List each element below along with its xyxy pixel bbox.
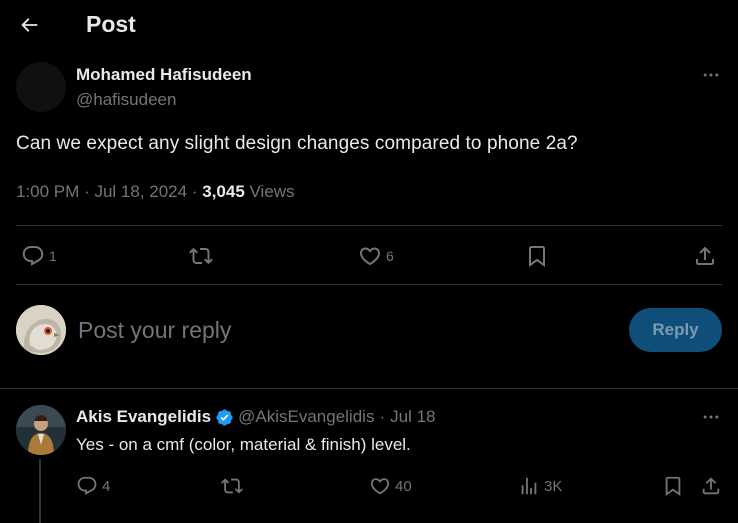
divider xyxy=(0,388,738,389)
author-handle[interactable]: @hafisudeen xyxy=(76,90,176,110)
repost-button[interactable] xyxy=(189,244,213,268)
more-horizontal-icon xyxy=(703,415,719,419)
reply-reply-button[interactable]: 4 xyxy=(76,475,110,497)
reply-icon xyxy=(77,476,97,495)
post-time[interactable]: 1:00 PM xyxy=(16,182,79,201)
reply-button[interactable]: 1 xyxy=(21,244,57,268)
bookmark-icon xyxy=(529,246,545,267)
divider xyxy=(16,284,722,285)
heart-icon xyxy=(359,247,381,266)
reply-author-handle[interactable]: @AkisEvangelidis xyxy=(238,407,374,427)
share-button[interactable] xyxy=(693,244,717,268)
analytics-icon xyxy=(521,477,537,495)
reply-reply-count: 4 xyxy=(102,477,111,495)
reply-action-bar: 4 40 3K xyxy=(76,475,726,499)
meta-separator: · xyxy=(191,182,198,201)
reply-submit-button[interactable]: Reply xyxy=(629,308,722,352)
reply-separator: · xyxy=(379,407,386,426)
reply-views-button[interactable]: 3K xyxy=(518,475,562,497)
reply-like-button[interactable]: 40 xyxy=(369,475,412,497)
reply-input[interactable]: Post your reply xyxy=(78,314,598,346)
bird-avatar-icon xyxy=(16,305,66,355)
reply-header: Akis Evangelidis @AkisEvangelidis · Jul … xyxy=(76,407,436,427)
thread-line xyxy=(39,459,41,523)
share-icon xyxy=(696,246,714,265)
person-avatar-icon xyxy=(16,405,66,455)
like-button[interactable]: 6 xyxy=(358,244,394,268)
reply-repost-button[interactable] xyxy=(221,475,243,497)
reply-like-count: 40 xyxy=(395,477,412,495)
views-count: 3,045 xyxy=(202,182,245,201)
divider xyxy=(16,225,722,226)
reply-share-button[interactable] xyxy=(700,475,722,497)
verified-badge-icon[interactable] xyxy=(215,408,234,427)
author-name[interactable]: Mohamed Hafisudeen xyxy=(76,65,252,85)
repost-icon xyxy=(221,478,243,494)
like-count: 6 xyxy=(386,248,394,264)
post-action-bar: 1 6 xyxy=(16,240,722,272)
reply-views-count: 3K xyxy=(544,477,563,495)
reply-bookmark-button[interactable] xyxy=(662,475,684,497)
post-meta: 1:00 PM · Jul 18, 2024 · 3,045 Views xyxy=(16,182,295,202)
header: Post xyxy=(0,0,738,50)
author-avatar[interactable] xyxy=(16,62,66,112)
repost-icon xyxy=(189,247,213,265)
reply-count: 1 xyxy=(49,248,57,264)
views-label: Views xyxy=(249,182,295,201)
post-date[interactable]: Jul 18, 2024 xyxy=(94,182,187,201)
reply-date[interactable]: Jul 18 xyxy=(390,407,435,427)
back-button[interactable] xyxy=(14,10,44,40)
reply-author-name[interactable]: Akis Evangelidis xyxy=(76,407,211,427)
reply-author-avatar[interactable] xyxy=(16,405,66,455)
reply-more-button[interactable] xyxy=(699,407,723,427)
post-text: Can we expect any slight design changes … xyxy=(16,133,578,154)
arrow-left-icon xyxy=(21,18,38,32)
reply-text: Yes - on a cmf (color, material & finish… xyxy=(76,435,411,454)
heart-icon xyxy=(370,478,390,495)
share-icon xyxy=(702,477,720,495)
meta-separator: · xyxy=(84,182,90,201)
current-user-avatar[interactable] xyxy=(16,305,66,355)
post-more-button[interactable] xyxy=(699,65,723,85)
more-horizontal-icon xyxy=(703,73,719,77)
bookmark-icon xyxy=(665,476,681,497)
reply-icon xyxy=(22,246,44,266)
bookmark-button[interactable] xyxy=(525,244,549,268)
page-title: Post xyxy=(86,11,136,37)
